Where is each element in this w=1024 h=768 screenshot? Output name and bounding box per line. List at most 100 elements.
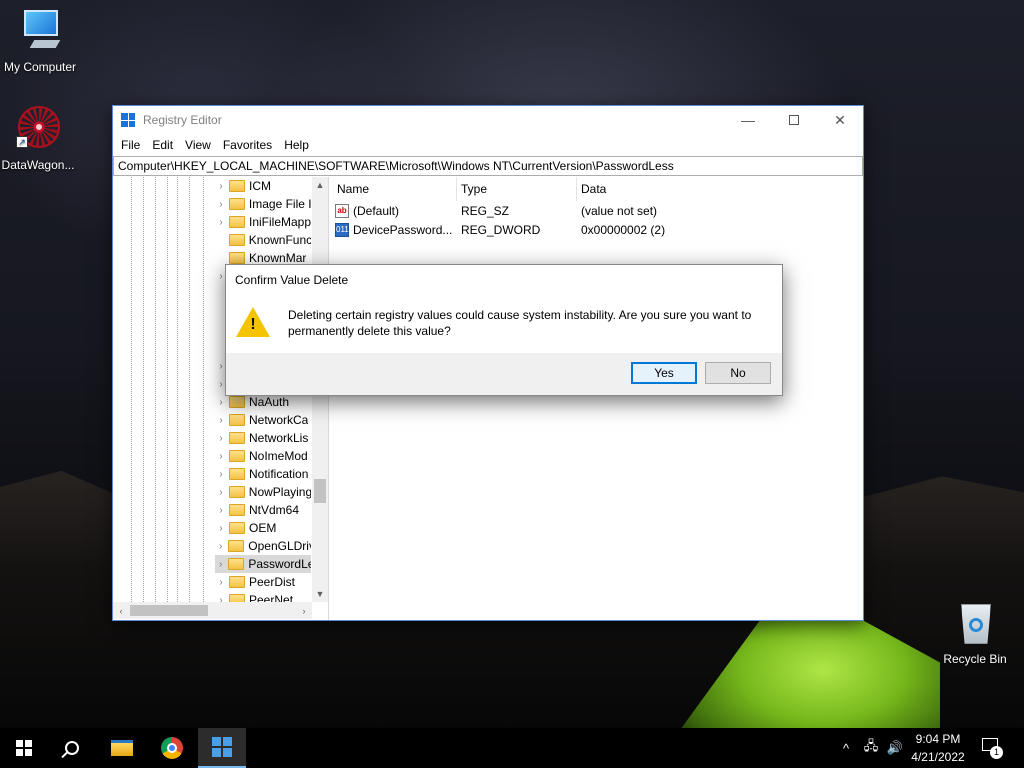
- tree-item[interactable]: › Notification: [215, 465, 311, 483]
- list-row[interactable]: ab (Default) REG_SZ (value not set): [329, 201, 863, 220]
- tree-horizontal-scrollbar[interactable]: ‹ ›: [113, 602, 312, 619]
- column-header-name[interactable]: Name: [337, 177, 457, 201]
- scroll-thumb[interactable]: [130, 605, 208, 616]
- expand-chevron-icon[interactable]: ›: [215, 559, 226, 570]
- tree-item[interactable]: › NowPlaying: [215, 483, 311, 501]
- folder-icon: [228, 558, 245, 570]
- tree-item-label: NoImeMod: [249, 449, 308, 463]
- registry-editor-icon: [121, 113, 135, 127]
- tree-item-label: OEM: [249, 521, 277, 535]
- no-button[interactable]: No: [705, 362, 771, 384]
- expand-chevron-icon[interactable]: ›: [215, 577, 227, 588]
- menu-edit[interactable]: Edit: [146, 134, 179, 156]
- windows-logo-icon: [16, 740, 32, 756]
- value-data: (value not set): [581, 203, 658, 218]
- desktop-icon-recycle-bin[interactable]: Recycle Bin: [935, 600, 1015, 666]
- tree-item[interactable]: › NetworkCa: [215, 411, 311, 429]
- expand-chevron-icon[interactable]: ›: [215, 397, 227, 408]
- registry-editor-icon: [212, 737, 232, 757]
- desktop-icon-datawagon[interactable]: ↗ DataWagon...: [0, 106, 78, 172]
- shortcut-arrow-icon: ↗: [16, 136, 28, 148]
- expand-chevron-icon[interactable]: ›: [215, 451, 227, 462]
- tree-item-label: KnownFunc: [248, 233, 311, 247]
- search-button[interactable]: [48, 728, 96, 768]
- menu-view[interactable]: View: [179, 134, 217, 156]
- taskbar-registry-editor[interactable]: [198, 728, 246, 768]
- minimize-button[interactable]: —: [725, 106, 771, 134]
- tree-item[interactable]: › OpenGLDriv: [215, 537, 311, 555]
- tree-item-label: KnownMar: [249, 251, 307, 265]
- folder-icon: [229, 522, 245, 534]
- scroll-left-icon[interactable]: ‹: [113, 606, 129, 616]
- tree-item[interactable]: › NetworkLis: [215, 429, 311, 447]
- folder-icon: [229, 504, 245, 516]
- tree-item[interactable]: › PasswordLe: [215, 555, 311, 573]
- menu-help[interactable]: Help: [278, 134, 315, 156]
- search-icon: [65, 741, 79, 755]
- folder-icon: [228, 198, 245, 210]
- tree-item[interactable]: › PeerDist: [215, 573, 311, 591]
- computer-icon: [16, 8, 64, 56]
- expand-chevron-icon[interactable]: ›: [215, 523, 227, 534]
- folder-icon: [111, 740, 133, 756]
- clock[interactable]: 9:04 PM 4/21/2022: [904, 730, 972, 766]
- column-header-data[interactable]: Data: [577, 177, 737, 201]
- close-button[interactable]: ✕: [817, 106, 863, 134]
- dialog-message: Deleting certain registry values could c…: [288, 308, 752, 338]
- scroll-up-icon[interactable]: ▲: [312, 177, 328, 193]
- dialog-footer: Yes No: [226, 353, 782, 395]
- tree-item[interactable]: › Image File I: [215, 195, 311, 213]
- clock-time: 9:04 PM: [915, 732, 961, 746]
- dialog-title[interactable]: Confirm Value Delete: [226, 265, 782, 295]
- tree-item[interactable]: › NtVdm64: [215, 501, 311, 519]
- tree-item[interactable]: KnownFunc: [215, 231, 311, 249]
- column-header-type[interactable]: Type: [457, 177, 577, 201]
- tree-item[interactable]: › ICM: [215, 177, 311, 195]
- folder-icon: [229, 252, 245, 264]
- scroll-right-icon[interactable]: ›: [296, 606, 312, 616]
- tree-guide-lines: [113, 177, 223, 602]
- dword-value-icon: 011: [335, 222, 349, 237]
- tree-item-label: NaAuth: [249, 395, 290, 409]
- tree-item[interactable]: › OEM: [215, 519, 311, 537]
- desktop-icon-my-computer[interactable]: My Computer: [0, 8, 80, 74]
- start-button[interactable]: [0, 728, 48, 768]
- show-hidden-icons-chevron-icon[interactable]: ^: [836, 728, 856, 768]
- expand-chevron-icon[interactable]: ›: [215, 469, 227, 480]
- yes-button[interactable]: Yes: [631, 362, 697, 384]
- maximize-button[interactable]: [771, 106, 817, 134]
- warning-icon: !: [236, 307, 270, 337]
- list-row[interactable]: 011 DevicePassword... REG_DWORD 0x0000000…: [329, 220, 863, 239]
- action-center-button[interactable]: 1: [982, 736, 1004, 760]
- network-icon[interactable]: 🖧: [860, 728, 882, 768]
- title-bar[interactable]: Registry Editor — ✕: [113, 106, 863, 134]
- scroll-thumb[interactable]: [314, 479, 326, 503]
- expand-chevron-icon[interactable]: ›: [215, 433, 227, 444]
- menu-favorites[interactable]: Favorites: [217, 134, 278, 156]
- expand-chevron-icon[interactable]: ›: [215, 505, 227, 516]
- expand-chevron-icon[interactable]: ›: [215, 199, 227, 210]
- notification-count-badge: 1: [990, 746, 1003, 759]
- folder-icon: [229, 432, 245, 444]
- value-type: REG_DWORD: [461, 222, 541, 237]
- menu-file[interactable]: File: [115, 134, 146, 156]
- expand-chevron-icon[interactable]: ›: [215, 487, 227, 498]
- tree-item[interactable]: › IniFileMapp: [215, 213, 311, 231]
- clock-date: 4/21/2022: [911, 750, 965, 764]
- address-bar[interactable]: Computer\HKEY_LOCAL_MACHINE\SOFTWARE\Mic…: [113, 156, 863, 176]
- folder-icon: [229, 216, 245, 228]
- taskbar-chrome[interactable]: [148, 728, 196, 768]
- taskbar: ^ 🖧 🔊 9:04 PM 4/21/2022 1: [0, 728, 1024, 768]
- tree-item-label: NetworkCa: [249, 413, 309, 427]
- value-name: DevicePassword...: [353, 222, 453, 237]
- expand-chevron-icon[interactable]: ›: [215, 541, 226, 552]
- scroll-down-icon[interactable]: ▼: [312, 586, 328, 602]
- tree-item[interactable]: › NoImeMod: [215, 447, 311, 465]
- taskbar-file-explorer[interactable]: [98, 728, 146, 768]
- volume-icon[interactable]: 🔊: [884, 728, 906, 768]
- expand-chevron-icon[interactable]: ›: [215, 217, 227, 228]
- folder-icon: [229, 468, 245, 480]
- expand-chevron-icon[interactable]: ›: [215, 415, 227, 426]
- string-value-icon: ab: [335, 203, 349, 218]
- expand-chevron-icon[interactable]: ›: [215, 181, 227, 192]
